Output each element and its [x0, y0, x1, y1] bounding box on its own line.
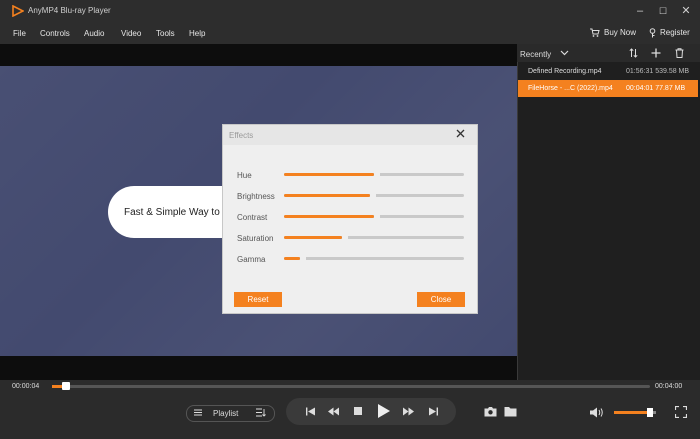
- playlist-row-size: 539.58 MB: [655, 68, 690, 75]
- snapshot-icon[interactable]: [484, 406, 497, 417]
- fast-forward-icon[interactable]: [403, 407, 414, 416]
- current-time: 00:00:04: [12, 383, 40, 390]
- contrast-slider-knob[interactable]: [374, 213, 380, 220]
- next-icon[interactable]: [429, 407, 438, 416]
- fullscreen-icon[interactable]: [675, 406, 687, 418]
- dialog-close-button[interactable]: Close: [417, 292, 465, 307]
- playlist-label: Playlist: [213, 409, 239, 418]
- playlist-row-duration: 00:04:01: [626, 85, 654, 92]
- gamma-label: Gamma: [237, 255, 266, 264]
- gamma-slider-fill: [284, 257, 301, 260]
- saturation-label: Saturation: [237, 234, 274, 243]
- contrast-slider[interactable]: [284, 213, 464, 220]
- trash-icon[interactable]: [675, 48, 684, 58]
- volume-icon[interactable]: [590, 407, 604, 418]
- seek-bar-knob[interactable]: [62, 382, 71, 390]
- menu-file[interactable]: File: [13, 29, 26, 38]
- volume-slider[interactable]: [614, 408, 656, 417]
- rewind-icon[interactable]: [328, 407, 339, 416]
- volume-slider-knob[interactable]: [646, 408, 653, 417]
- playlist-row-name: FileHorse - ...C (2022).mp4: [528, 85, 613, 92]
- brightness-slider-knob[interactable]: [370, 192, 377, 199]
- brightness-slider-fill: [284, 194, 371, 197]
- playlist-row-meta: 01:56:31 539.58 MB: [626, 68, 689, 75]
- video-overlay-text: Fast & Simple Way to D: [124, 207, 230, 218]
- playlist-row-meta: 00:04:01 77.87 MB: [626, 85, 685, 92]
- add-icon[interactable]: [651, 48, 661, 58]
- cart-icon: [590, 28, 600, 37]
- gamma-slider[interactable]: [284, 255, 464, 262]
- hue-slider-knob[interactable]: [374, 171, 380, 178]
- brightness-label: Brightness: [237, 192, 275, 201]
- list-icon: [194, 409, 202, 416]
- chevron-down-icon[interactable]: [560, 50, 569, 56]
- total-time: 00:04:00: [655, 383, 683, 390]
- saturation-slider[interactable]: [284, 234, 464, 241]
- effects-dialog-header: [223, 125, 477, 145]
- maximize-button[interactable]: ☐: [656, 4, 670, 18]
- register-button[interactable]: Register: [660, 28, 690, 37]
- playlist-row-size: 77.87 MB: [655, 85, 686, 92]
- playlist-row-name: Defined Recording.mp4: [528, 68, 602, 75]
- saturation-slider-knob[interactable]: [341, 234, 348, 241]
- key-icon: [649, 28, 656, 38]
- menu-help[interactable]: Help: [189, 29, 205, 38]
- saturation-slider-fill: [284, 236, 342, 239]
- seek-bar-fill: [52, 385, 63, 388]
- minimize-button[interactable]: –: [633, 4, 647, 18]
- playlist-sort-dropdown[interactable]: Recently: [520, 50, 551, 59]
- app-title: AnyMP4 Blu-ray Player: [28, 6, 111, 15]
- close-button[interactable]: ✕: [679, 4, 693, 18]
- folder-icon[interactable]: [504, 406, 517, 417]
- stop-icon[interactable]: [354, 407, 362, 415]
- playlist-order-icon[interactable]: [256, 408, 266, 417]
- menu-controls[interactable]: Controls: [40, 29, 70, 38]
- hue-slider-fill: [284, 173, 374, 176]
- sort-icon[interactable]: [629, 48, 638, 58]
- playlist-row-duration: 01:56:31: [626, 68, 654, 75]
- menu-tools[interactable]: Tools: [156, 29, 175, 38]
- contrast-label: Contrast: [237, 213, 268, 222]
- buy-now-button[interactable]: Buy Now: [604, 28, 636, 37]
- menu-audio[interactable]: Audio: [84, 29, 104, 38]
- hue-label: Hue: [237, 171, 252, 180]
- menu-video[interactable]: Video: [121, 29, 141, 38]
- effects-dialog-title: Effects: [229, 131, 254, 140]
- app-logo-icon: [12, 5, 24, 17]
- gamma-slider-knob[interactable]: [300, 255, 307, 262]
- volume-slider-fill: [614, 411, 650, 414]
- brightness-slider[interactable]: [284, 192, 464, 199]
- contrast-slider-fill: [284, 215, 374, 218]
- reset-button[interactable]: Reset: [234, 292, 282, 307]
- hue-slider[interactable]: [284, 171, 464, 178]
- dialog-close-icon[interactable]: [456, 129, 465, 138]
- play-icon[interactable]: [378, 404, 390, 418]
- previous-icon[interactable]: [306, 407, 315, 416]
- seek-bar[interactable]: [52, 382, 650, 390]
